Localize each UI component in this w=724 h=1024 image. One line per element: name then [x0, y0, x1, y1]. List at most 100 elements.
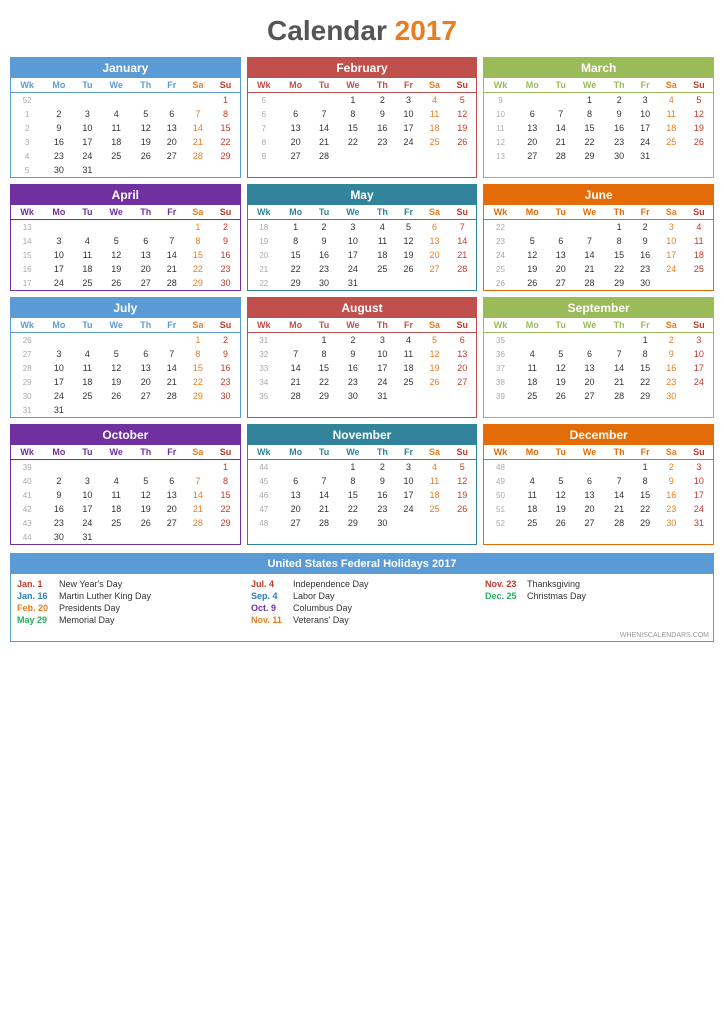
- week-number: 4: [11, 149, 43, 163]
- holiday-col-0: Jan. 1New Year's DayJan. 16Martin Luther…: [11, 574, 245, 630]
- day-cell: 3: [75, 474, 101, 488]
- col-header-su: Su: [448, 78, 476, 93]
- week-number: 1: [11, 107, 43, 121]
- day-cell: [100, 163, 132, 177]
- week-number: 44: [248, 460, 280, 475]
- day-cell: [517, 93, 548, 108]
- day-cell: 30: [658, 389, 685, 403]
- day-cell: 2: [633, 220, 658, 235]
- week-number: 51: [484, 502, 516, 516]
- month-header-dec: December: [484, 425, 713, 445]
- col-header-su: Su: [685, 78, 713, 93]
- day-cell: 11: [517, 361, 548, 375]
- day-cell: 15: [311, 361, 337, 375]
- week-number: 25: [484, 262, 516, 276]
- day-cell: [369, 149, 396, 163]
- day-cell: 9: [658, 347, 685, 361]
- col-header-mo: Mo: [517, 78, 548, 93]
- day-cell: [280, 93, 311, 108]
- day-cell: 2: [369, 93, 396, 108]
- month-table-feb: WkMoTuWeThFrSaSu512345667891011127131415…: [248, 78, 477, 163]
- month-header-feb: February: [248, 58, 477, 78]
- col-header-sa: Sa: [658, 205, 685, 220]
- day-cell: [448, 149, 476, 163]
- month-table-aug: WkMoTuWeThFrSaSu311234563278910111213331…: [248, 318, 477, 403]
- col-header-fr: Fr: [159, 445, 184, 460]
- col-header-th: Th: [132, 445, 159, 460]
- table-row: 35123: [484, 333, 713, 348]
- week-number: 5: [248, 93, 280, 108]
- holiday-date: Sep. 4: [251, 591, 289, 601]
- day-cell: 17: [685, 361, 713, 375]
- day-cell: 12: [548, 488, 574, 502]
- week-number: 50: [484, 488, 516, 502]
- day-cell: 8: [337, 107, 369, 121]
- day-cell: 18: [75, 262, 101, 276]
- day-cell: 13: [159, 488, 184, 502]
- week-number: 39: [11, 460, 43, 475]
- day-cell: 4: [100, 107, 132, 121]
- day-cell: 2: [606, 93, 633, 108]
- day-cell: 1: [337, 93, 369, 108]
- col-header-mo: Mo: [43, 78, 74, 93]
- table-row: 2917181920212223: [11, 375, 240, 389]
- day-cell: 24: [369, 375, 396, 389]
- day-cell: 21: [548, 135, 574, 149]
- day-cell: 20: [548, 262, 574, 276]
- col-header-su: Su: [448, 205, 476, 220]
- day-cell: 23: [633, 262, 658, 276]
- day-cell: 16: [633, 248, 658, 262]
- week-number: 48: [484, 460, 516, 475]
- table-row: 456789101112: [248, 474, 477, 488]
- day-cell: 26: [548, 516, 574, 530]
- col-header-mo: Mo: [43, 205, 74, 220]
- col-header-tu: Tu: [75, 78, 101, 93]
- day-cell: 4: [369, 220, 396, 235]
- col-header-we: We: [100, 318, 132, 333]
- col-header-th: Th: [369, 318, 396, 333]
- table-row: 2015161718192021: [248, 248, 477, 262]
- week-number: 17: [11, 276, 43, 290]
- day-cell: 13: [159, 121, 184, 135]
- day-cell: 5: [548, 474, 574, 488]
- week-number: 31: [248, 333, 280, 348]
- month-table-nov: WkMoTuWeThFrSaSu441234545678910111246131…: [248, 445, 477, 530]
- day-cell: 27: [574, 516, 606, 530]
- day-cell: [100, 403, 132, 417]
- day-cell: 17: [43, 262, 74, 276]
- day-cell: 3: [43, 234, 74, 248]
- month-table-sep: WkMoTuWeThFrSaSu351233645678910371112131…: [484, 318, 713, 403]
- month-header-jun: June: [484, 185, 713, 205]
- holiday-date: May 29: [17, 615, 55, 625]
- day-cell: [184, 163, 211, 177]
- table-row: 402345678: [11, 474, 240, 488]
- table-row: 106789101112: [484, 107, 713, 121]
- day-cell: 3: [369, 333, 396, 348]
- month-table-apr: WkMoTuWeThFrSaSu131214345678915101112131…: [11, 205, 240, 290]
- month-table-oct: WkMoTuWeThFrSaSu391402345678419101112131…: [11, 445, 240, 544]
- day-cell: 29: [606, 276, 633, 290]
- week-number: 13: [11, 220, 43, 235]
- day-cell: 8: [184, 234, 211, 248]
- holiday-date: Jan. 1: [17, 579, 55, 589]
- week-number: 9: [484, 93, 516, 108]
- day-cell: [421, 276, 448, 290]
- day-cell: 6: [280, 107, 311, 121]
- day-cell: [606, 460, 633, 475]
- holiday-row: Jan. 16Martin Luther King Day: [17, 591, 239, 601]
- col-header-we: We: [574, 318, 606, 333]
- table-row: 423242526272829: [11, 149, 240, 163]
- month-may: MayWkMoTuWeThFrSaSu181234567198910111213…: [247, 184, 478, 291]
- day-cell: 8: [633, 474, 658, 488]
- day-cell: 6: [574, 474, 606, 488]
- day-cell: 14: [606, 361, 633, 375]
- day-cell: 5: [100, 234, 132, 248]
- day-cell: 9: [211, 234, 239, 248]
- day-cell: 25: [658, 135, 685, 149]
- day-cell: 25: [517, 389, 548, 403]
- table-row: 221234: [484, 220, 713, 235]
- day-cell: [159, 530, 184, 544]
- day-cell: 27: [574, 389, 606, 403]
- week-number: 6: [248, 107, 280, 121]
- day-cell: [421, 389, 448, 403]
